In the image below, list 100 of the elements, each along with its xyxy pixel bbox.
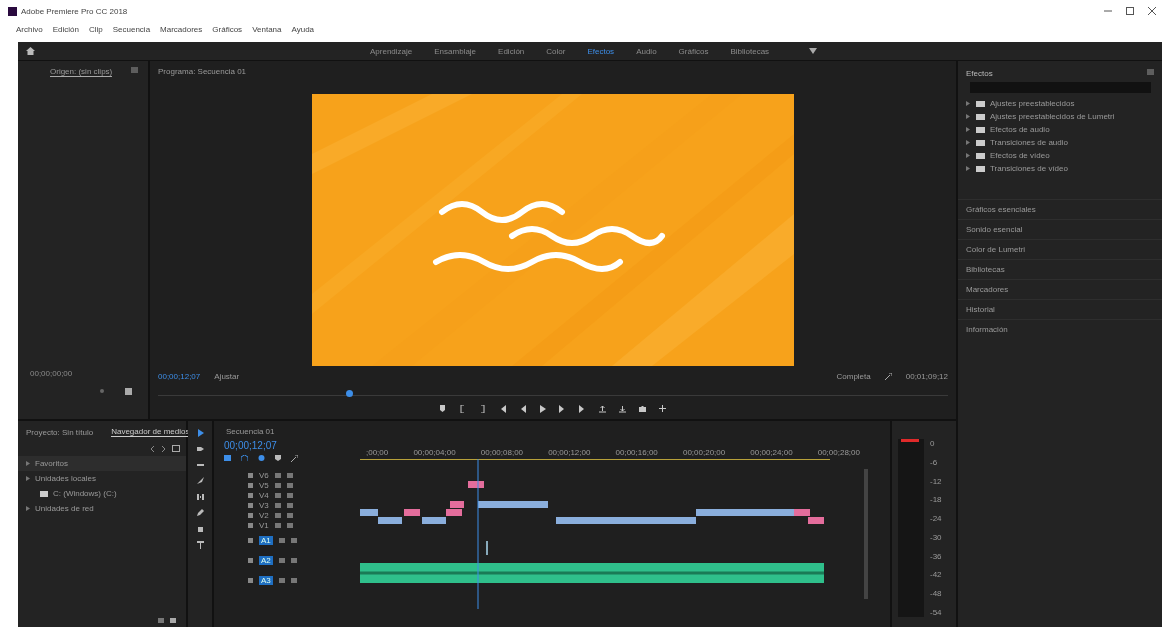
- track-label: V1: [259, 520, 269, 530]
- meter-tick: -6: [930, 457, 939, 467]
- ripple-edit-icon[interactable]: [196, 461, 204, 469]
- expand-arrow-icon[interactable]: [966, 101, 971, 106]
- home-icon[interactable]: [26, 47, 35, 55]
- workspace-tab[interactable]: Audio: [636, 46, 657, 56]
- expand-arrow-icon[interactable]: [966, 166, 971, 171]
- effect-folder[interactable]: Transiciones de audio: [990, 138, 1068, 147]
- snap-icon[interactable]: [241, 455, 248, 461]
- quality-dropdown[interactable]: Completa: [836, 372, 871, 381]
- in-point-icon[interactable]: [459, 405, 467, 413]
- meter-tick: -12: [930, 476, 942, 486]
- tree-item[interactable]: Favoritos: [35, 459, 68, 468]
- selection-tool-icon[interactable]: [196, 429, 204, 437]
- panel-section[interactable]: Gráficos esenciales: [958, 199, 1162, 219]
- workspace-tab[interactable]: Edición: [498, 46, 525, 56]
- plus-icon[interactable]: [659, 405, 667, 413]
- menu-item[interactable]: Ayuda: [291, 24, 315, 34]
- expand-arrow-icon[interactable]: [26, 461, 30, 466]
- effect-folder[interactable]: Efectos de vídeo: [990, 151, 1050, 160]
- ruler-label: 00;00;04;00: [413, 448, 456, 457]
- panel-tab[interactable]: Secuencia 01: [214, 421, 890, 438]
- expand-arrow-icon[interactable]: [966, 114, 971, 119]
- menu-item[interactable]: Clip: [88, 24, 103, 34]
- workspace-tab[interactable]: Aprendizaje: [370, 46, 413, 56]
- expand-arrow-icon[interactable]: [966, 140, 971, 145]
- menu-item[interactable]: Edición: [52, 24, 79, 34]
- timecode: 00;00;12;07: [224, 439, 278, 453]
- panel-tab[interactable]: Programa: Secuencia 01: [150, 61, 956, 80]
- panel-section[interactable]: Marcadores: [958, 279, 1162, 299]
- panel-section[interactable]: Historial: [958, 299, 1162, 319]
- effect-folder[interactable]: Ajustes preestablecidos de Lumetri: [990, 112, 1115, 121]
- panel-section[interactable]: Sonido esencial: [958, 219, 1162, 239]
- menu-item[interactable]: Gráficos: [212, 24, 243, 34]
- razor-icon[interactable]: [196, 477, 204, 485]
- expand-arrow-icon[interactable]: [966, 127, 971, 132]
- timecode: 00;00;00;00: [29, 369, 74, 380]
- track-label: A3: [259, 575, 273, 585]
- forward-icon[interactable]: [161, 445, 166, 452]
- panel-tab[interactable]: Origen: (sin clips): [50, 67, 113, 77]
- extract-icon[interactable]: [619, 405, 627, 413]
- tree-item[interactable]: Unidades de red: [35, 504, 94, 513]
- play-icon[interactable]: [539, 405, 547, 413]
- tree-item[interactable]: C: (Windows) (C:): [53, 489, 117, 498]
- linked-icon[interactable]: [258, 455, 265, 461]
- app-icon: [8, 6, 17, 16]
- meter-tick: -36: [930, 551, 942, 561]
- panel-tab[interactable]: Proyecto: Sin título: [26, 427, 94, 437]
- track-label: A1: [259, 535, 273, 545]
- ruler-label: 00;00;28;00: [817, 448, 860, 457]
- back-icon[interactable]: [150, 445, 155, 452]
- workspace-tab[interactable]: Gráficos: [678, 46, 709, 56]
- workspace-tab[interactable]: Ensamblaje: [434, 46, 477, 56]
- ruler-label: 00;00;20;00: [682, 448, 726, 457]
- meter-tick: -18: [930, 495, 942, 505]
- pen-icon[interactable]: [196, 509, 204, 517]
- track-label: V3: [259, 500, 269, 510]
- panel-section[interactable]: Bibliotecas: [958, 259, 1162, 279]
- marker-icon[interactable]: [275, 455, 281, 461]
- expand-arrow-icon[interactable]: [26, 476, 30, 481]
- maximize-icon[interactable]: [1126, 7, 1134, 15]
- workspace-tab[interactable]: Efectos: [587, 46, 615, 56]
- meter-tick: -54: [930, 607, 942, 617]
- tree-item[interactable]: Unidades locales: [35, 474, 96, 483]
- ruler-label: 00;00;24;00: [750, 448, 793, 457]
- zoom-dropdown[interactable]: Ajustar: [214, 372, 240, 381]
- ruler-label: 00;00;08;00: [480, 448, 524, 457]
- menu-item[interactable]: Secuencia: [112, 24, 151, 34]
- marker-icon[interactable]: [439, 405, 447, 413]
- lift-icon[interactable]: [599, 405, 607, 413]
- panel-section[interactable]: Color de Lumetri: [958, 239, 1162, 259]
- effect-folder[interactable]: Efectos de audio: [990, 125, 1050, 134]
- workspace-tab[interactable]: Color: [546, 46, 566, 56]
- effect-folder[interactable]: Transiciones de vídeo: [990, 164, 1068, 173]
- track-select-icon[interactable]: [196, 445, 204, 453]
- expand-arrow-icon[interactable]: [966, 153, 971, 158]
- peak-indicator: [901, 439, 919, 442]
- effect-folder[interactable]: Ajustes preestablecidos: [990, 99, 1075, 108]
- meter-tick: -42: [930, 570, 942, 580]
- track-label: V5: [259, 480, 269, 490]
- playhead[interactable]: [346, 390, 353, 397]
- menu-item[interactable]: Archivo: [16, 24, 43, 34]
- workspace-tab[interactable]: Bibliotecas: [730, 46, 770, 56]
- track-label: V4: [259, 490, 269, 500]
- slip-icon[interactable]: [196, 493, 204, 501]
- scrollbar[interactable]: [864, 469, 868, 599]
- track-label: A2: [259, 555, 273, 565]
- go-to-in-icon[interactable]: [499, 405, 507, 413]
- more-icon[interactable]: [809, 48, 818, 54]
- menu-item[interactable]: Ventana: [252, 24, 282, 34]
- out-point-icon[interactable]: [479, 405, 487, 413]
- step-back-icon[interactable]: [519, 405, 527, 413]
- menu-item[interactable]: Marcadores: [160, 24, 203, 34]
- close-icon[interactable]: [1148, 7, 1156, 15]
- type-icon[interactable]: [196, 541, 204, 549]
- camera-icon[interactable]: [639, 405, 647, 413]
- ruler-label: 00;00;16;00: [615, 448, 658, 457]
- panel-section[interactable]: Información: [958, 319, 1162, 339]
- view-icon[interactable]: [172, 445, 180, 452]
- expand-arrow-icon[interactable]: [26, 506, 30, 511]
